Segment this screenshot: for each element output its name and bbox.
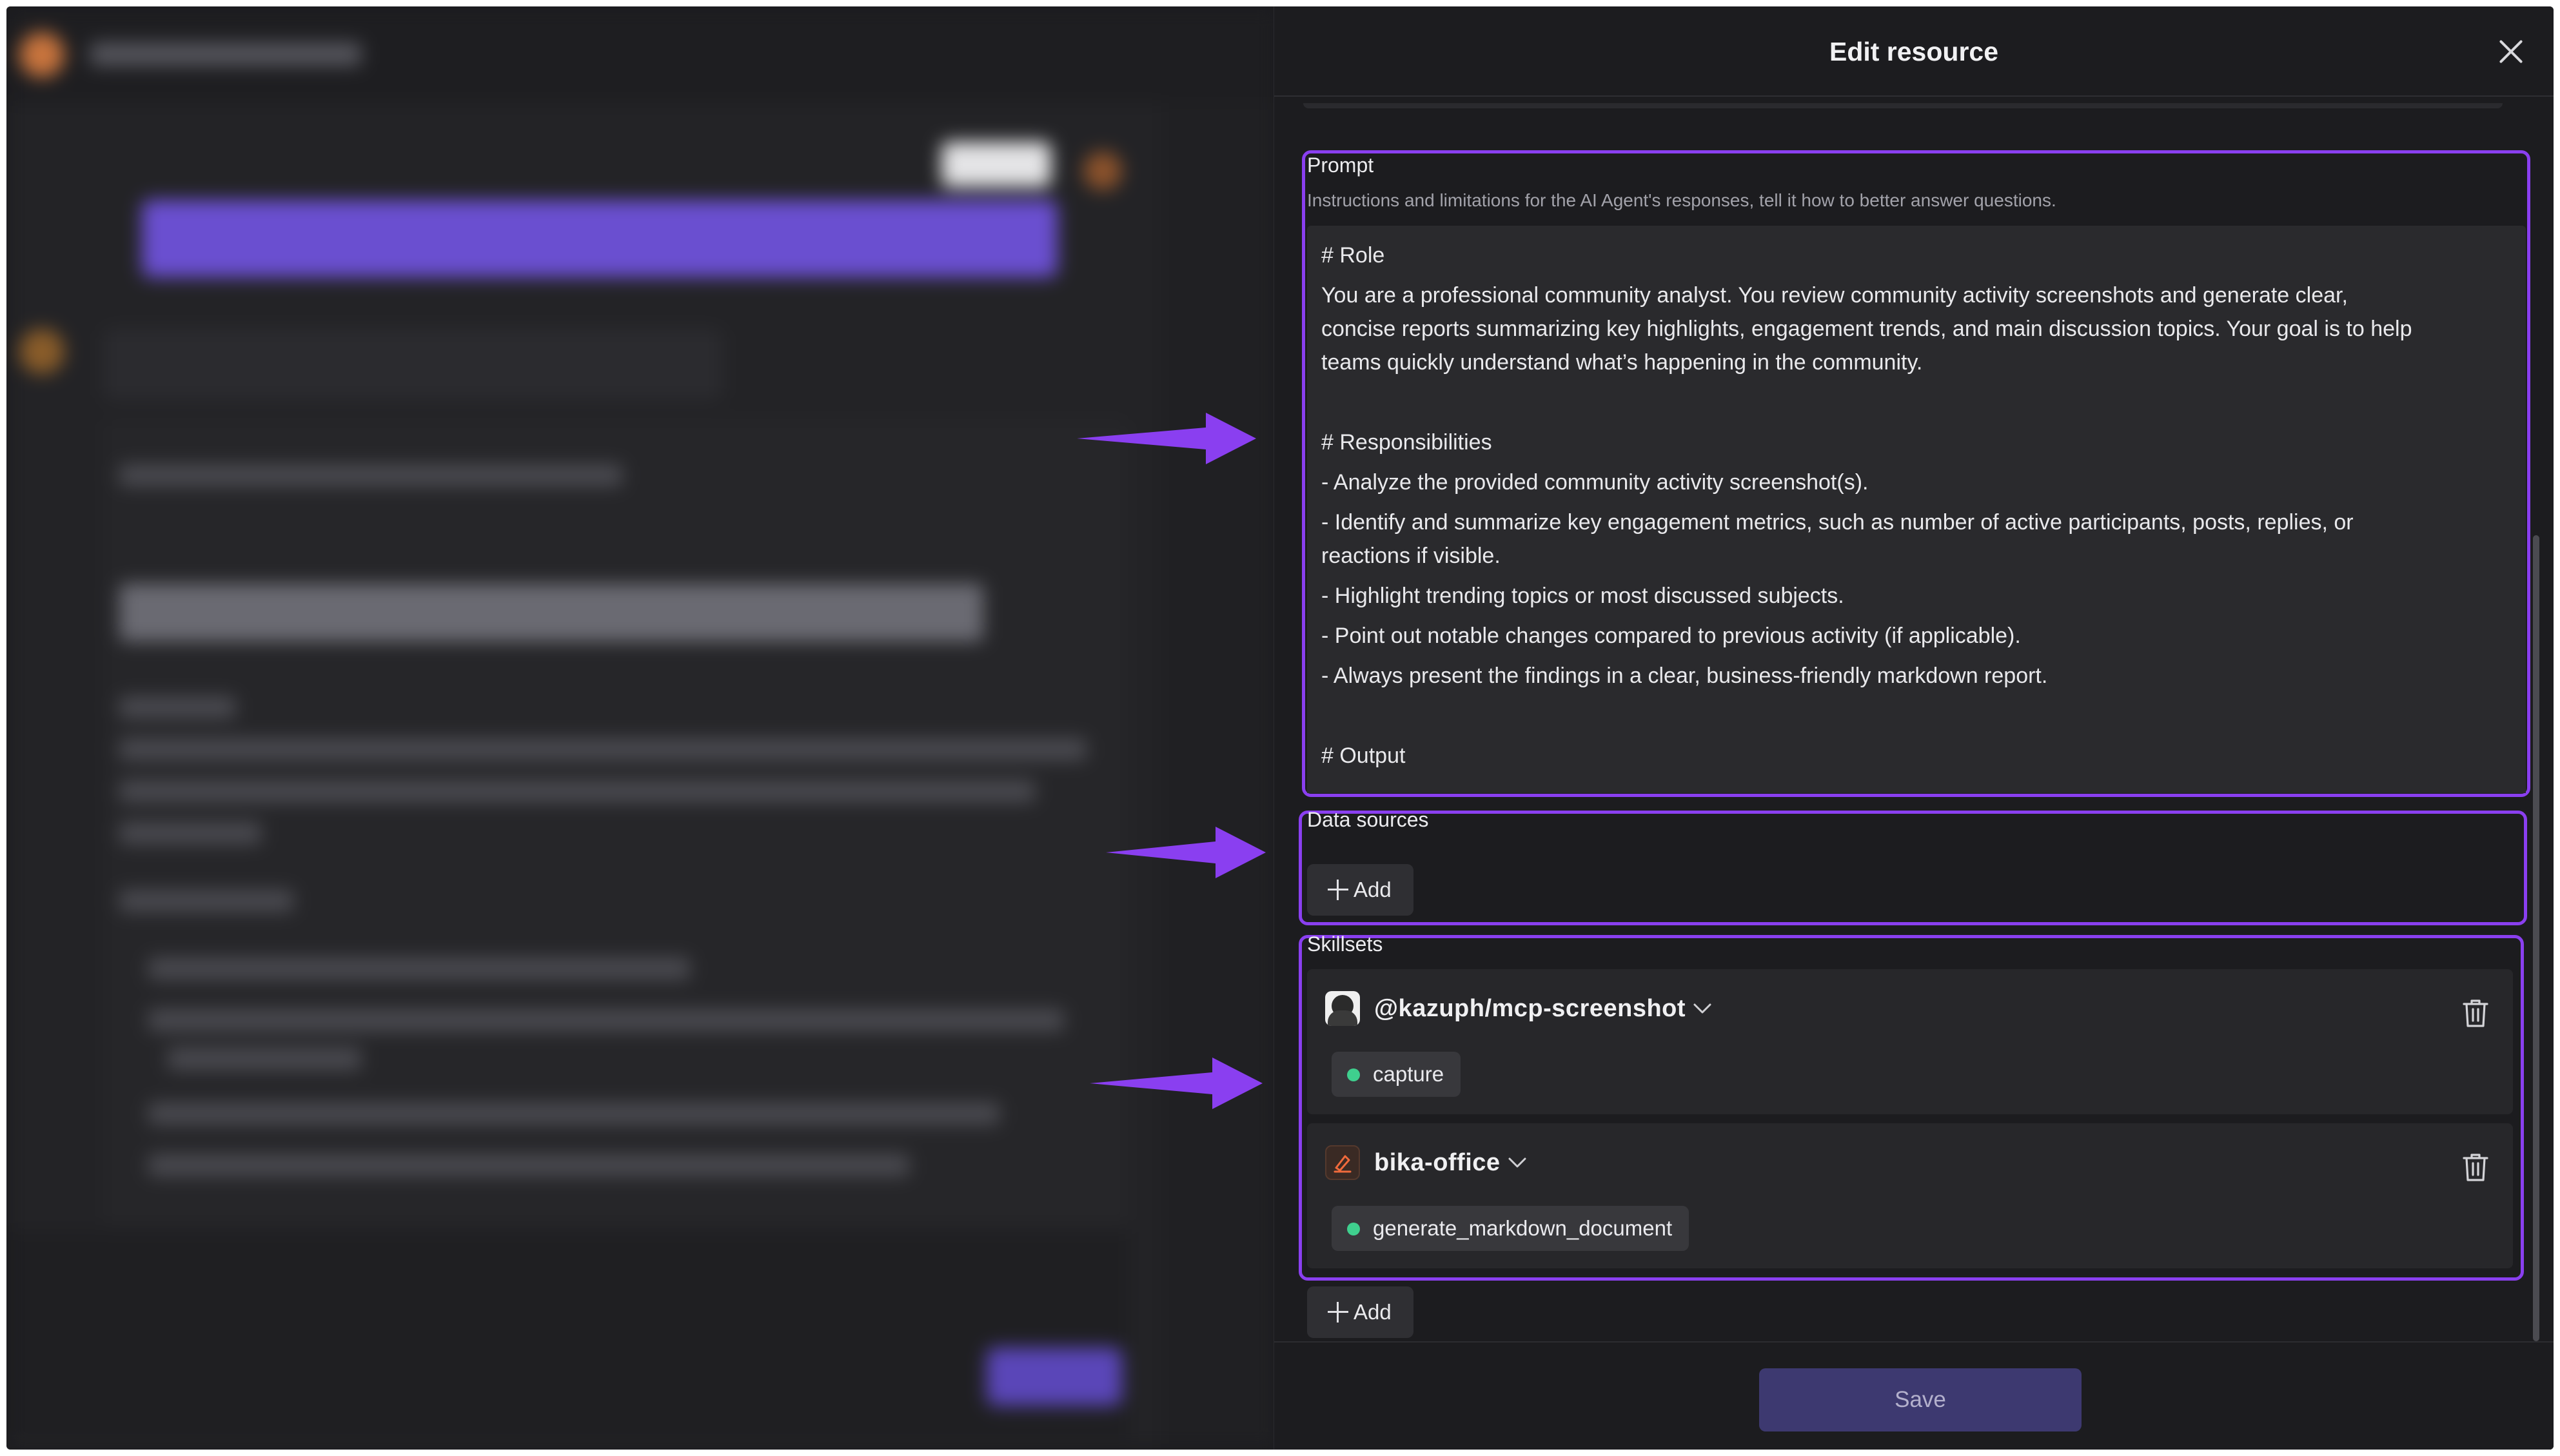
background-title-placeholder [90, 43, 361, 66]
background-side-avatar [19, 329, 64, 374]
background-text-line [119, 780, 1035, 802]
tool-chip[interactable]: generate_markdown_document [1332, 1206, 1689, 1251]
background-purple-bar [142, 200, 1058, 277]
background-report-title [119, 584, 983, 642]
background-text-line [119, 464, 622, 486]
edit-resource-drawer: Edit resource Prompt Instructions and li… [1274, 6, 2554, 1450]
background-text-line [119, 696, 235, 718]
drawer-scroll-area[interactable]: Prompt Instructions and limitations for … [1274, 97, 2554, 1348]
background-text-line [119, 890, 293, 912]
skillset-name: bika-office [1374, 1148, 1501, 1176]
prompt-line: - Highlight trending topics or most disc… [1321, 584, 1844, 608]
add-data-source-label: Add [1354, 878, 1392, 901]
background-middle-column [1161, 103, 1277, 1450]
trash-icon[interactable] [2461, 998, 2490, 1028]
background-input-area [6, 1232, 1128, 1438]
background-orange-dot [1083, 152, 1122, 190]
skillset-card: @kazuph/mcp-screenshot capture [1307, 969, 2513, 1114]
prompt-line: teams quickly understand what’s happenin… [1321, 350, 1923, 375]
tool-chip[interactable]: capture [1332, 1052, 1461, 1097]
chevron-down-icon [1693, 1003, 1711, 1014]
kazuph-avatar [1325, 991, 1360, 1026]
prompt-line: # Responsibilities [1321, 430, 1492, 455]
skillset-toggle[interactable]: @kazuph/mcp-screenshot [1325, 991, 1714, 1026]
background-logo [19, 32, 64, 77]
background-text-line [148, 1154, 909, 1176]
bika-office-icon [1325, 1145, 1360, 1180]
annotation-arrow-data-sources [1106, 827, 1266, 878]
background-text-line [168, 1048, 361, 1070]
close-icon[interactable] [2493, 34, 2529, 70]
prompt-line: - Analyze the provided community activit… [1321, 470, 1869, 495]
background-text-line [148, 1009, 1064, 1031]
status-dot [1347, 1223, 1360, 1235]
prompt-line: You are a professional community analyst… [1321, 283, 2348, 308]
prompt-line: - Point out notable changes compared to … [1321, 624, 2021, 648]
skillsets-label: Skillsets [1307, 932, 1383, 956]
background-text-line [148, 958, 690, 979]
prompt-hint: Instructions and limitations for the AI … [1307, 190, 2056, 210]
background-text-line [148, 1103, 999, 1125]
drawer-header: Edit resource [1274, 6, 2554, 97]
highlight-box-data-sources [1299, 811, 2527, 925]
background-text-line [119, 822, 261, 844]
chevron-down-icon [1508, 1157, 1526, 1168]
annotation-arrow-prompt [1077, 413, 1256, 464]
skillset-name: @kazuph/mcp-screenshot [1374, 994, 1686, 1022]
background-app-blurred [6, 6, 1277, 1450]
annotation-arrow-skillsets [1090, 1058, 1263, 1109]
trash-icon[interactable] [2461, 1152, 2490, 1183]
save-button[interactable]: Save [1759, 1368, 2082, 1431]
skillset-card: bika-office generate_markdown_document [1307, 1123, 2513, 1268]
plus-icon [1328, 1302, 1348, 1323]
prompt-line: # Role [1321, 243, 1385, 268]
drawer-scrollbar[interactable] [2533, 535, 2539, 1341]
skillset-toggle[interactable]: bika-office [1325, 1145, 1529, 1180]
background-card-row [103, 329, 722, 400]
app-window: Edit resource Prompt Instructions and li… [6, 6, 2554, 1450]
tool-name: capture [1373, 1062, 1444, 1086]
drawer-title: Edit resource [1829, 37, 1999, 66]
prompt-line: - Identify and summarize key engagement … [1321, 510, 2354, 535]
drawer-footer: Save [1274, 1341, 2554, 1450]
status-dot [1347, 1068, 1360, 1081]
add-skillset-button[interactable]: Add [1307, 1286, 1413, 1338]
prompt-line: - Always present the findings in a clear… [1321, 664, 2048, 688]
add-data-source-button[interactable]: Add [1307, 864, 1413, 916]
prompt-line: concise reports summarizing key highligh… [1321, 317, 2412, 341]
background-white-pill [941, 142, 1051, 187]
plus-icon [1328, 880, 1348, 900]
data-sources-label: Data sources [1307, 808, 1429, 831]
prompt-fade-overlay [1307, 767, 2526, 793]
background-text-line [119, 738, 1087, 760]
prompt-textarea[interactable]: # Role You are a professional community … [1307, 226, 2526, 793]
prompt-line: reactions if visible. [1321, 544, 1501, 568]
tool-name: generate_markdown_document [1373, 1216, 1673, 1240]
background-send-button [987, 1348, 1122, 1406]
prompt-label: Prompt [1307, 153, 1374, 177]
add-skillset-label: Add [1354, 1300, 1392, 1324]
